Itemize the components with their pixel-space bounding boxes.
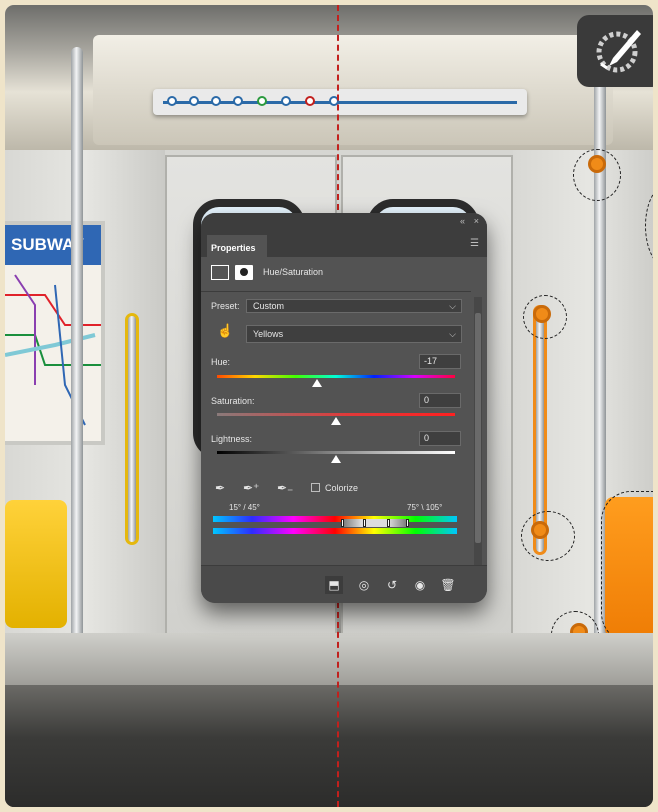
clip-to-layer-icon[interactable]: ⬒ xyxy=(325,576,343,594)
selection-marquee xyxy=(523,295,567,339)
scrollbar-thumb[interactable] xyxy=(475,313,481,543)
route-stop xyxy=(189,96,199,106)
chevron-down-icon: ⌵ xyxy=(449,301,456,311)
view-previous-state-icon[interactable]: ◎ xyxy=(355,576,373,594)
channel-dropdown[interactable]: Yellows ⌵ xyxy=(246,325,462,343)
ceiling xyxy=(5,5,653,150)
hue-range-selector[interactable] xyxy=(341,519,409,527)
preset-value: Custom xyxy=(253,301,285,311)
lightness-slider-track[interactable] xyxy=(217,451,455,454)
preset-dropdown[interactable]: Custom ⌵ xyxy=(246,299,462,313)
channel-value: Yellows xyxy=(253,329,284,339)
hue-range-spectrum-bottom xyxy=(213,528,457,534)
lightness-slider-thumb[interactable] xyxy=(331,455,341,463)
hue-slider-thumb[interactable] xyxy=(311,379,322,387)
hue-slider-track[interactable] xyxy=(217,375,455,378)
layer-mask-icon[interactable] xyxy=(235,265,253,280)
tab-properties[interactable]: Properties xyxy=(207,235,267,257)
chevron-down-icon: ⌵ xyxy=(449,329,456,339)
range-left-label: 15° / 45° xyxy=(229,503,260,512)
eyedropper-plus-icon[interactable]: ✒⁺ xyxy=(243,481,259,495)
selection-marquee xyxy=(521,511,575,561)
range-marker[interactable] xyxy=(387,519,390,527)
lightness-label: Lightness: xyxy=(211,434,253,444)
canvas-frame: SUBWAY « × Properties ☰ Hue/Saturation P… xyxy=(0,0,658,812)
adjustment-title: Hue/Saturation xyxy=(263,267,324,277)
close-panel-icon[interactable]: × xyxy=(474,216,479,226)
toggle-visibility-eye-icon[interactable]: ◉ xyxy=(411,576,429,594)
panel-titlebar: « × xyxy=(201,213,487,229)
selection-marquee xyxy=(573,149,621,201)
range-marker[interactable] xyxy=(363,519,366,527)
panel-scrollbar[interactable] xyxy=(474,297,482,575)
adjustment-header: Hue/Saturation xyxy=(211,265,471,283)
panel-bottom-toolbar: ⬒ ◎ ↺ ◉ 🗑 xyxy=(201,565,487,603)
saturation-field[interactable]: 0 xyxy=(419,393,461,408)
door-grab-handle-left xyxy=(125,313,139,545)
tool-badge[interactable] xyxy=(577,15,653,87)
brush-eraser-tool-icon xyxy=(596,30,641,73)
range-right-label: 75° \ 105° xyxy=(407,503,443,512)
saturation-slider-track[interactable] xyxy=(217,413,455,416)
lightness-field[interactable]: 0 xyxy=(419,431,461,446)
colorize-label: Colorize xyxy=(325,483,359,493)
route-stop xyxy=(305,96,315,106)
saturation-label: Saturation: xyxy=(211,396,255,406)
selection-marquee xyxy=(601,491,653,643)
hue-range-spectrum-top xyxy=(213,516,457,522)
colorize-checkbox[interactable] xyxy=(311,483,320,492)
route-stop xyxy=(211,96,221,106)
delete-trash-icon[interactable]: 🗑 xyxy=(439,576,457,594)
panel-tabbar: Properties ☰ xyxy=(201,229,487,257)
route-stop xyxy=(281,96,291,106)
properties-panel: « × Properties ☰ Hue/Saturation Preset: … xyxy=(201,213,487,603)
route-map-strip xyxy=(153,89,527,115)
route-stop xyxy=(257,96,267,106)
seat-left xyxy=(5,500,67,628)
hue-field[interactable]: -17 xyxy=(419,354,461,369)
range-marker[interactable] xyxy=(341,519,344,527)
poster-map-lines xyxy=(5,274,101,426)
eyedropper-minus-icon[interactable]: ✒₋ xyxy=(277,481,293,495)
hue-label: Hue: xyxy=(211,357,231,367)
saturation-slider-thumb[interactable] xyxy=(331,417,341,425)
route-stop xyxy=(167,96,177,106)
panel-menu-icon[interactable]: ☰ xyxy=(470,238,479,249)
route-stop xyxy=(233,96,243,106)
range-marker[interactable] xyxy=(406,519,409,527)
floor xyxy=(5,685,653,807)
targeted-adjustment-hand-icon[interactable]: ☝ xyxy=(217,323,233,339)
poster-title: SUBWAY xyxy=(5,225,101,265)
kick-plate xyxy=(5,633,653,685)
adjustment-layer-icon[interactable] xyxy=(211,265,229,280)
pole-left xyxy=(71,47,83,645)
collapse-panel-icon[interactable]: « xyxy=(460,216,465,226)
divider xyxy=(201,291,471,292)
preset-label: Preset: xyxy=(211,301,240,311)
reset-icon[interactable]: ↺ xyxy=(383,576,401,594)
subway-map-poster: SUBWAY xyxy=(5,221,105,445)
eyedropper-icon[interactable]: ✒ xyxy=(215,481,225,495)
